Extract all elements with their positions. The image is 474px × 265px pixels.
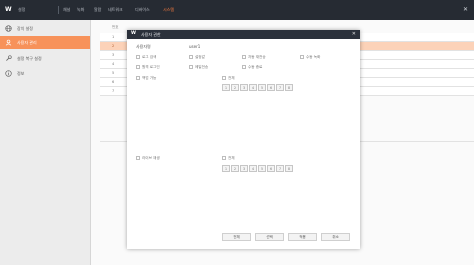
app-logo: W bbox=[5, 6, 12, 13]
menu-record[interactable]: 녹화 bbox=[77, 7, 84, 13]
perm-live-playback-checkbox[interactable] bbox=[136, 156, 140, 160]
backup-channel-2[interactable]: 2 bbox=[231, 84, 239, 91]
wrench-icon bbox=[6, 55, 12, 61]
sidebar: 장치 설정 사용자 관리 설정 복구 설정 정보 bbox=[0, 20, 91, 265]
live-all-checkbox[interactable] bbox=[222, 156, 226, 160]
live-channel-1[interactable]: 1 bbox=[222, 165, 230, 172]
user-permission-dialog: W 사용자 권한 ✕ 사용자명 user1 로그 검색 설정값 자동 재전송 수… bbox=[127, 30, 360, 249]
backup-channel-7[interactable]: 7 bbox=[276, 84, 284, 91]
user-icon bbox=[5, 39, 12, 46]
dialog-logo: W bbox=[131, 31, 136, 36]
top-menu-bar: W 설정 채널 녹화 알람 네트워크 디바이스 시스템 ✕ bbox=[0, 0, 474, 20]
perm-settings-checkbox[interactable] bbox=[189, 55, 193, 59]
sidebar-item-label: 사용자 관리 bbox=[17, 40, 37, 45]
sidebar-item-device-settings[interactable]: 장치 설정 bbox=[0, 22, 90, 35]
live-channel-3[interactable]: 3 bbox=[240, 165, 248, 172]
backup-channel-4[interactable]: 4 bbox=[249, 84, 257, 91]
sidebar-item-label: 설정 복구 설정 bbox=[17, 56, 42, 61]
username-label: 사용자명 bbox=[136, 44, 151, 49]
select-all-button[interactable]: 전체 bbox=[222, 233, 251, 241]
perm-manual-record-checkbox[interactable] bbox=[300, 55, 304, 59]
backup-all-checkbox[interactable] bbox=[222, 76, 226, 80]
perm-label: 설정값 bbox=[195, 55, 205, 59]
backup-channel-3[interactable]: 3 bbox=[240, 84, 248, 91]
backup-channel-8[interactable]: 8 bbox=[285, 84, 293, 91]
perm-label: 로그 검색 bbox=[142, 55, 157, 59]
menu-alarm[interactable]: 알람 bbox=[94, 7, 101, 13]
perm-remote-login-checkbox[interactable] bbox=[136, 65, 140, 69]
menu-system[interactable]: 시스템 bbox=[163, 7, 174, 13]
info-icon bbox=[5, 70, 12, 77]
sidebar-item-recovery-settings[interactable]: 설정 복구 설정 bbox=[0, 52, 90, 65]
perm-auto-resend-checkbox[interactable] bbox=[242, 55, 246, 59]
menu-device[interactable]: 디바이스 bbox=[135, 7, 150, 13]
perm-label: 수동 종료 bbox=[248, 65, 263, 69]
sidebar-item-label: 장치 설정 bbox=[17, 26, 33, 31]
sidebar-item-user-management[interactable]: 사용자 관리 bbox=[0, 36, 90, 49]
sidebar-item-info[interactable]: 정보 bbox=[0, 67, 90, 80]
menu-settings[interactable]: 설정 bbox=[18, 7, 25, 13]
all-label: 전체 bbox=[228, 76, 235, 80]
dialog-title-bar: W 사용자 권한 ✕ bbox=[127, 30, 360, 39]
username-value: user1 bbox=[189, 44, 201, 49]
perm-label: 메일전송 bbox=[195, 65, 209, 69]
live-channel-7[interactable]: 7 bbox=[276, 165, 284, 172]
close-icon[interactable]: ✕ bbox=[352, 31, 356, 37]
live-channel-8[interactable]: 8 bbox=[285, 165, 293, 172]
perm-label: 수동 녹화 bbox=[306, 55, 321, 59]
dialog-title: 사용자 권한 bbox=[141, 32, 161, 37]
backup-channel-6[interactable]: 6 bbox=[267, 84, 275, 91]
live-channel-6[interactable]: 6 bbox=[267, 165, 275, 172]
apply-button[interactable]: 적용 bbox=[288, 233, 317, 241]
perm-manual-stop-checkbox[interactable] bbox=[242, 65, 246, 69]
perm-label: 백업 가능 bbox=[142, 76, 157, 80]
all-label: 전체 bbox=[228, 156, 235, 160]
close-icon[interactable]: ✕ bbox=[463, 6, 468, 13]
cancel-button[interactable]: 취소 bbox=[321, 233, 350, 241]
perm-label: 원격 로그인 bbox=[142, 65, 160, 69]
backup-channel-1[interactable]: 1 bbox=[222, 84, 230, 91]
perm-label: 라이브 재생 bbox=[142, 156, 160, 160]
backup-channel-5[interactable]: 5 bbox=[258, 84, 266, 91]
globe-icon bbox=[5, 25, 12, 32]
perm-label: 자동 재전송 bbox=[248, 55, 266, 59]
select-button[interactable]: 선택 bbox=[255, 233, 284, 241]
sidebar-item-label: 정보 bbox=[17, 71, 25, 76]
live-channel-2[interactable]: 2 bbox=[231, 165, 239, 172]
menu-channel[interactable]: 채널 bbox=[63, 7, 70, 13]
perm-mail-send-checkbox[interactable] bbox=[189, 65, 193, 69]
menu-divider bbox=[58, 6, 59, 14]
live-channel-4[interactable]: 4 bbox=[249, 165, 257, 172]
perm-backup-checkbox[interactable] bbox=[136, 76, 140, 80]
live-channel-5[interactable]: 5 bbox=[258, 165, 266, 172]
perm-log-search-checkbox[interactable] bbox=[136, 55, 140, 59]
menu-network[interactable]: 네트워크 bbox=[108, 7, 123, 13]
